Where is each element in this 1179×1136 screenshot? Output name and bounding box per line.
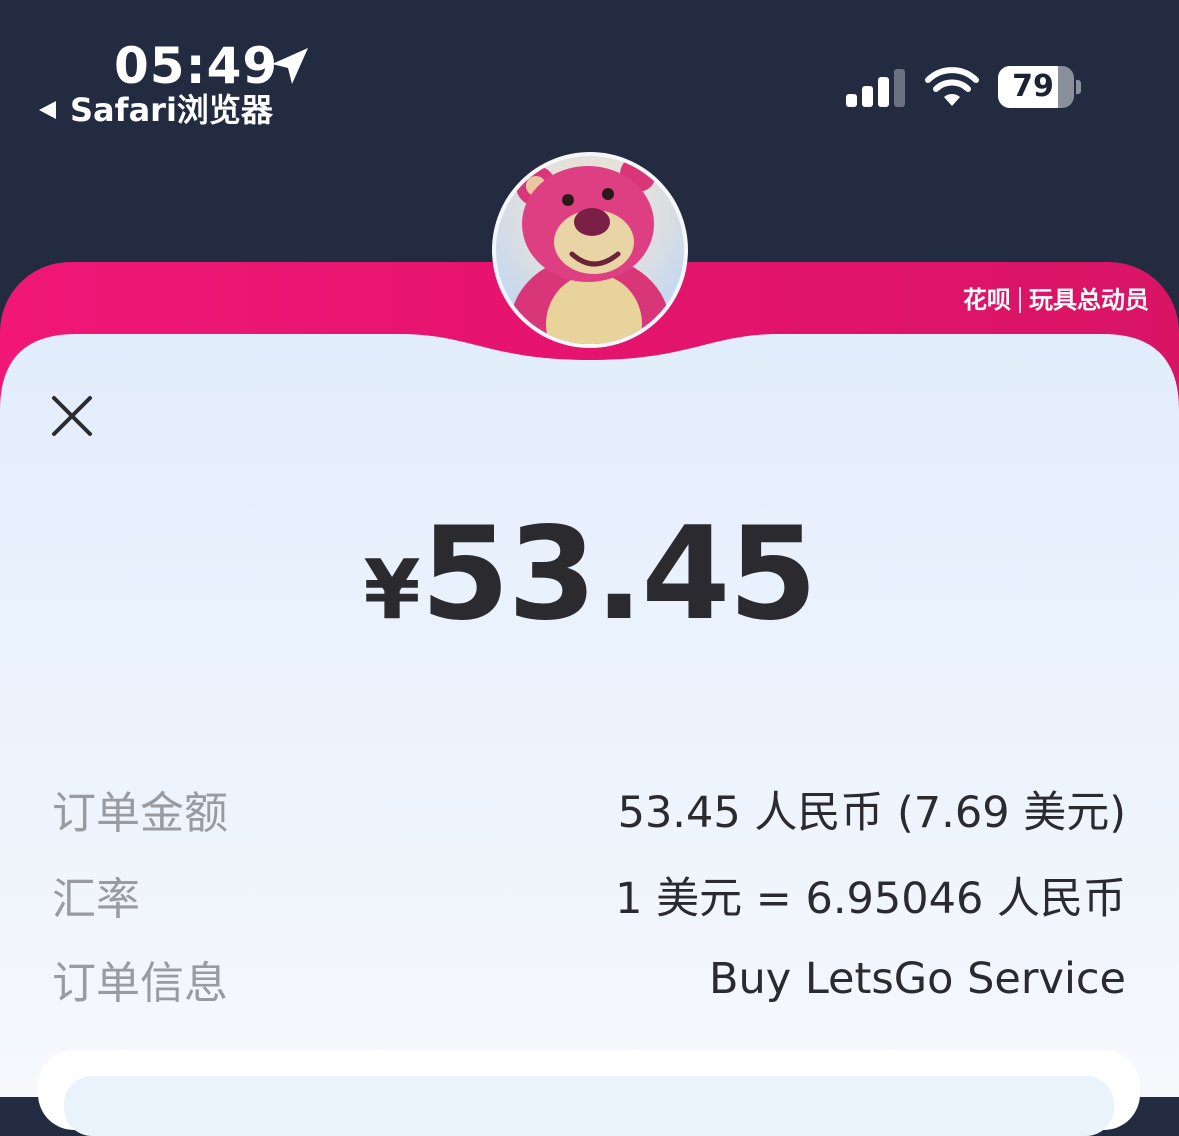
detail-label: 汇率 xyxy=(52,874,140,925)
back-triangle-icon xyxy=(39,101,56,119)
payment-amount: ¥53.45 xyxy=(0,500,1179,688)
brand-tag: 花呗 玩具总动员 xyxy=(963,280,1149,320)
brand-name: 花呗 xyxy=(963,286,1011,314)
detail-label: 订单信息 xyxy=(52,958,228,1009)
battery-nub xyxy=(1076,80,1081,94)
campaign-name: 玩具总动员 xyxy=(1029,286,1149,314)
back-to-app-link[interactable]: Safari浏览器 xyxy=(36,88,273,132)
detail-value: Buy LetsGo Service xyxy=(708,954,1126,1004)
brand-separator xyxy=(1019,287,1021,313)
detail-value: 53.45 人民币 (7.69 美元) xyxy=(617,788,1126,838)
amount-value: 53.45 xyxy=(420,500,818,649)
status-time: 05:49 xyxy=(114,37,279,95)
detail-row-order-info: 订单信息 Buy LetsGo Service xyxy=(52,944,1126,1014)
detail-row-exchange-rate: 汇率 1 美元 = 6.95046 人民币 xyxy=(52,860,1126,930)
detail-label: 订单金额 xyxy=(52,788,228,839)
battery-icon: 79 xyxy=(998,66,1082,110)
detail-value: 1 美元 = 6.95046 人民币 xyxy=(615,874,1126,924)
battery-level: 79 xyxy=(1012,69,1054,104)
currency-symbol: ¥ xyxy=(363,543,421,638)
wifi-icon xyxy=(925,67,979,106)
close-icon[interactable] xyxy=(44,388,100,444)
location-arrow-icon xyxy=(272,48,308,84)
bear-illustration xyxy=(510,156,670,344)
back-app-label: Safari浏览器 xyxy=(70,91,273,129)
cellular-signal-icon xyxy=(846,69,905,107)
payment-method-card-inner xyxy=(64,1076,1114,1136)
detail-row-order-amount: 订单金额 53.45 人民币 (7.69 美元) xyxy=(52,774,1126,844)
pink-bear-avatar xyxy=(492,152,688,348)
